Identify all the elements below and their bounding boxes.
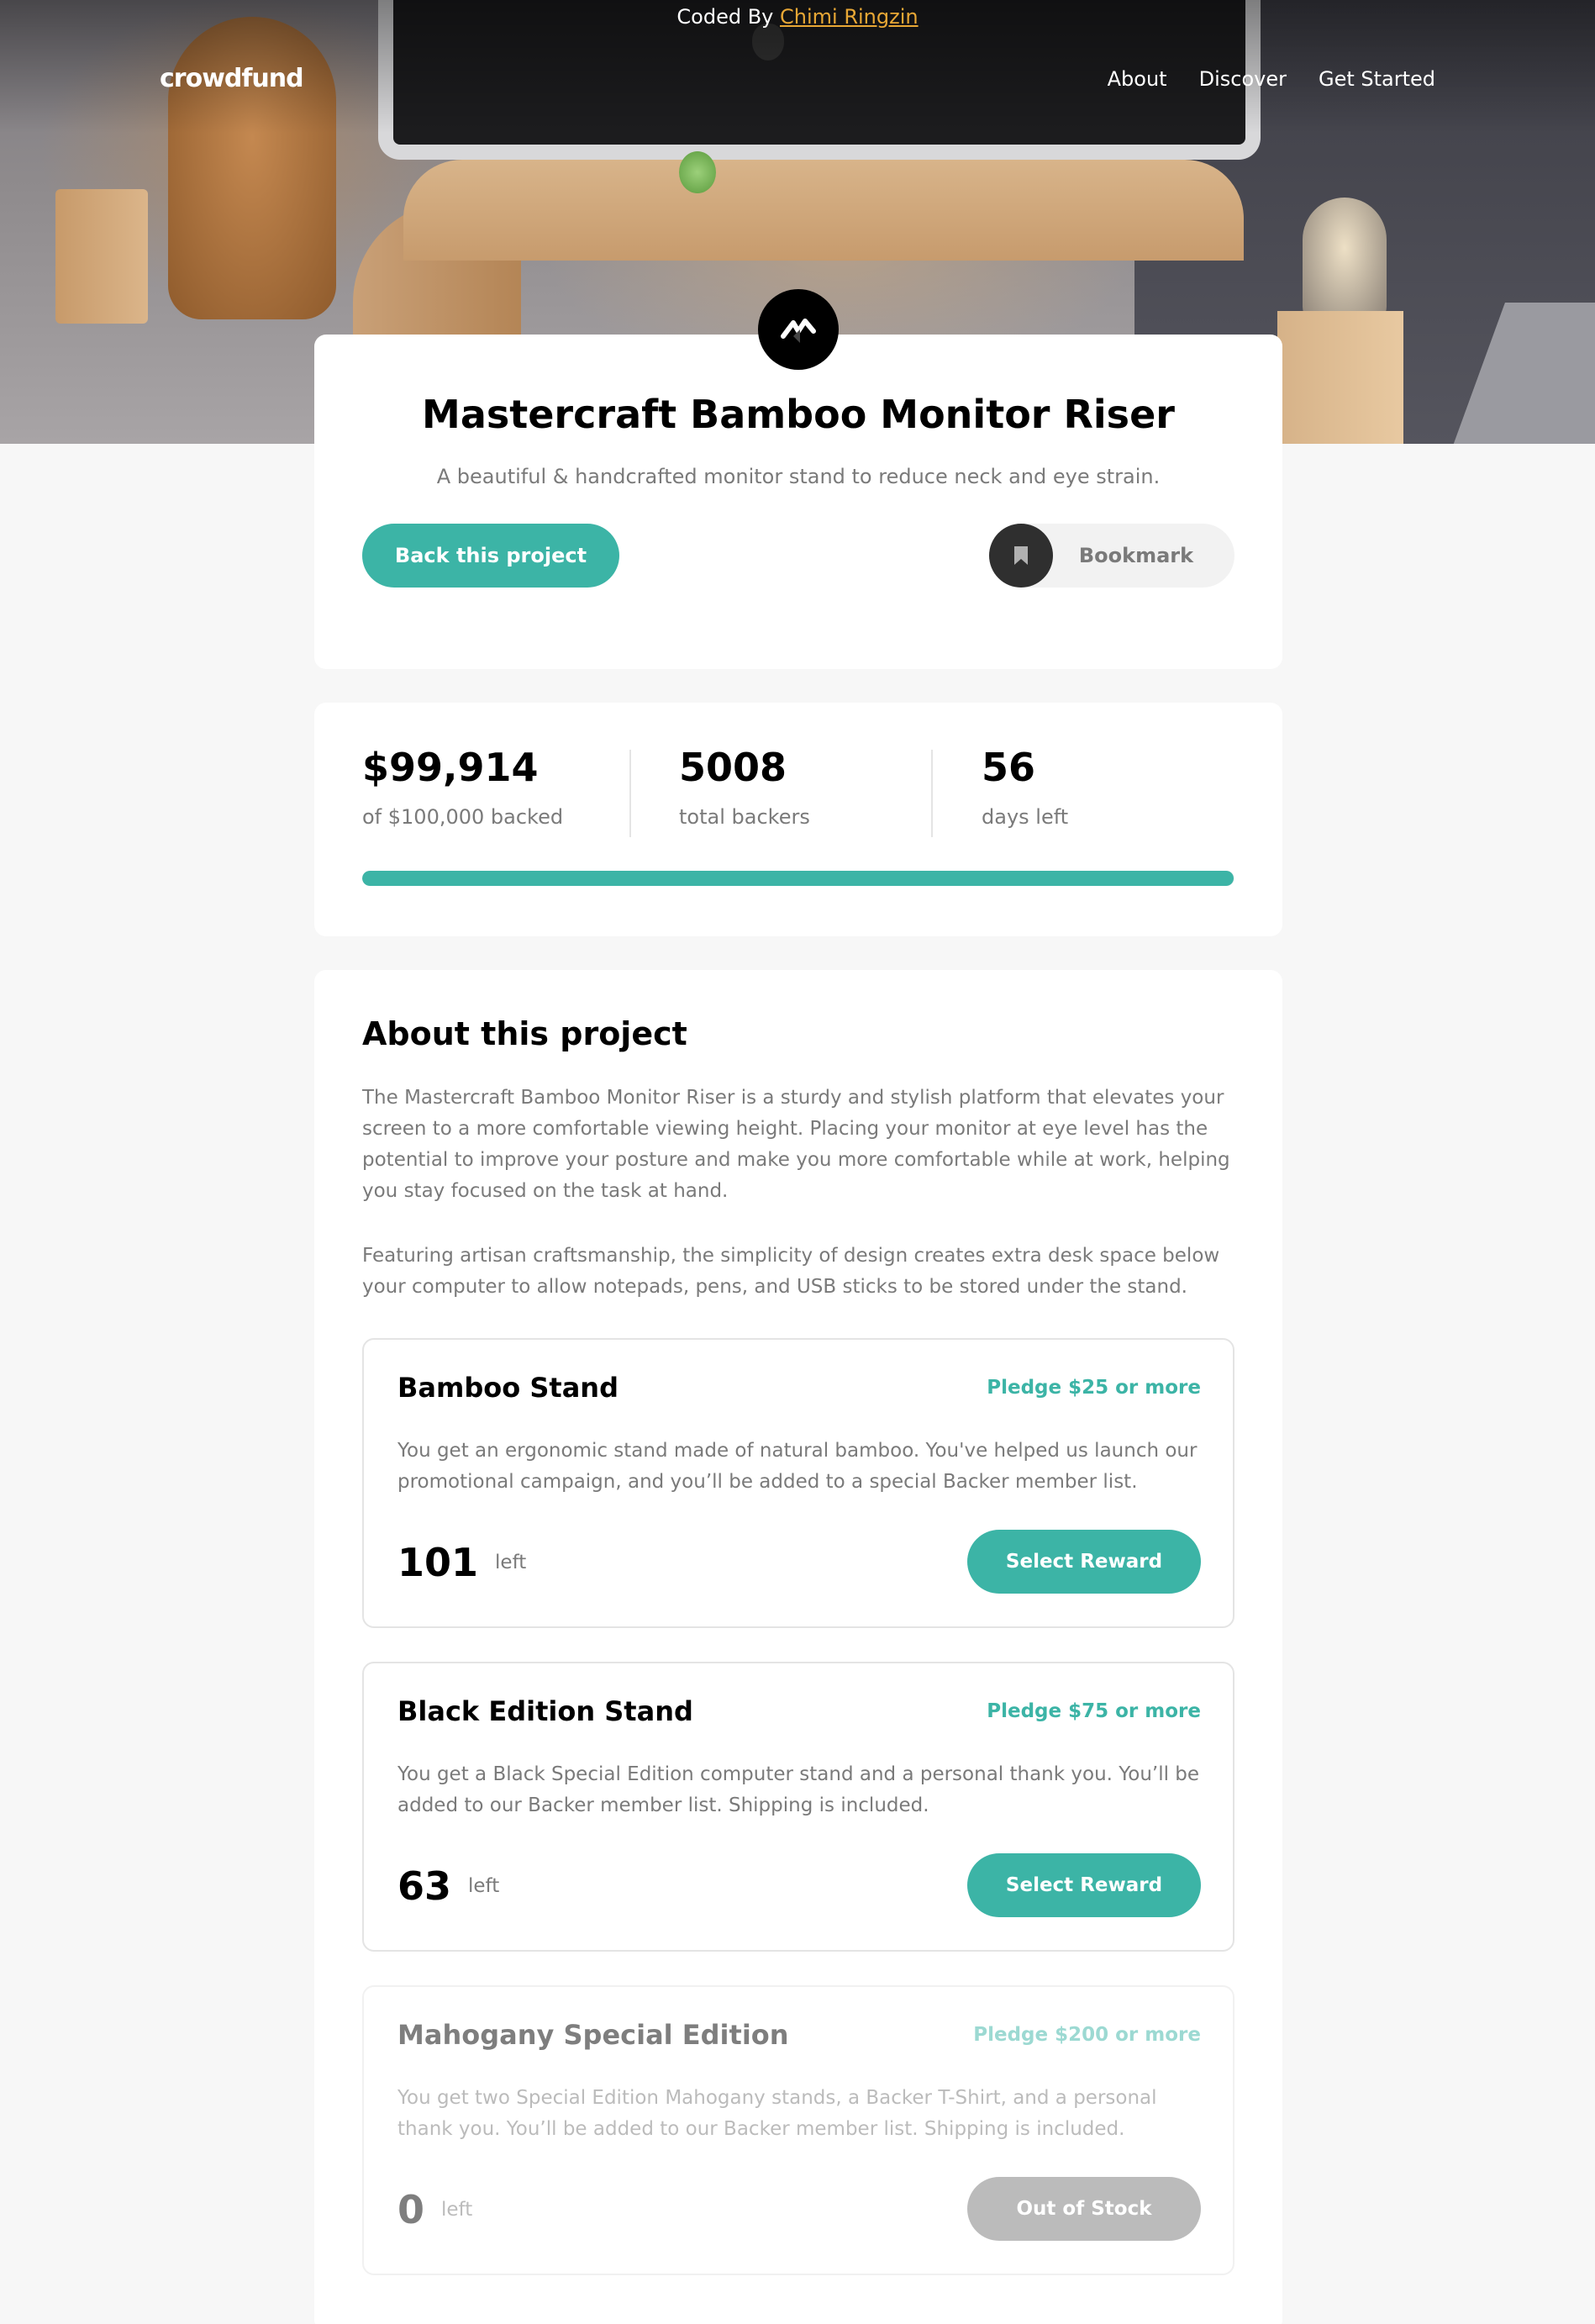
reward-pledge: Pledge $200 or more — [973, 2024, 1201, 2046]
stat-backers-label: total backers — [679, 805, 810, 829]
about-paragraph: The Mastercraft Bamboo Monitor Riser is … — [362, 1087, 1230, 1202]
reward-stock: 101 left — [397, 1540, 526, 1585]
project-title: Mastercraft Bamboo Monitor Riser — [422, 392, 1175, 437]
nav-get-started[interactable]: Get Started — [1319, 67, 1435, 91]
reward-name: Black Edition Stand — [397, 1695, 693, 1727]
reward-card-bamboo-stand: Bamboo Stand Pledge $25 or more You get … — [362, 1338, 1234, 1628]
mastercraft-logo-icon — [758, 289, 839, 370]
stats-card: $99,914 of $100,000 backed 5008 total ba… — [314, 703, 1282, 936]
reward-left-count: 101 — [397, 1540, 479, 1585]
stat-backed: $99,914 of $100,000 backed — [362, 745, 563, 829]
reward-description: You get an ergonomic stand made of natur… — [397, 1440, 1198, 1493]
stat-backed-amount: $99,914 — [362, 745, 539, 790]
main-nav: About Discover Get Started — [1108, 67, 1435, 91]
nav-discover[interactable]: Discover — [1199, 67, 1287, 91]
attribution-author-link[interactable]: Chimi Ringzin — [780, 5, 919, 29]
reward-card-black-edition: Black Edition Stand Pledge $75 or more Y… — [362, 1662, 1234, 1952]
reward-left-label: left — [468, 1875, 500, 1897]
reward-left-label: left — [441, 2199, 473, 2221]
stat-days-count: 56 — [982, 745, 1036, 790]
reward-stock: 0 left — [397, 2187, 472, 2232]
funding-progress-bar — [362, 871, 1234, 886]
about-card: About this project The Mastercraft Bambo… — [314, 970, 1282, 2324]
stat-days: 56 days left — [982, 745, 1068, 829]
nav-about[interactable]: About — [1108, 67, 1167, 91]
reward-name: Mahogany Special Edition — [397, 2019, 789, 2051]
attribution: Coded By Chimi Ringzin — [0, 5, 1595, 29]
reward-description: You get a Black Special Edition computer… — [397, 1763, 1200, 1816]
project-card: Mastercraft Bamboo Monitor Riser A beaut… — [314, 335, 1282, 669]
about-paragraph: Featuring artisan craftsmanship, the sim… — [362, 1245, 1220, 1298]
stat-backers-count: 5008 — [679, 745, 787, 790]
attribution-prefix: Coded By — [676, 5, 774, 29]
out-of-stock-button: Out of Stock — [967, 2177, 1201, 2241]
reward-pledge: Pledge $25 or more — [987, 1377, 1201, 1399]
reward-left-label: left — [495, 1552, 527, 1573]
funding-progress-fill — [362, 871, 1234, 886]
about-heading: About this project — [362, 1015, 687, 1052]
reward-pledge: Pledge $75 or more — [987, 1700, 1201, 1722]
reward-left-count: 63 — [397, 1863, 452, 1909]
bookmark-button[interactable]: Bookmark — [989, 524, 1234, 588]
reward-stock: 63 left — [397, 1863, 499, 1909]
reward-description: You get two Special Edition Mahogany sta… — [397, 2087, 1157, 2140]
project-subtitle: A beautiful & handcrafted monitor stand … — [436, 465, 1161, 488]
stat-backers: 5008 total backers — [679, 745, 810, 829]
stat-backed-label: of $100,000 backed — [362, 805, 564, 829]
select-reward-button[interactable]: Select Reward — [967, 1853, 1201, 1917]
reward-card-mahogany-edition: Mahogany Special Edition Pledge $200 or … — [362, 1985, 1234, 2275]
bookmark-icon — [989, 524, 1053, 588]
stat-divider — [629, 750, 631, 837]
stat-divider — [931, 750, 933, 837]
reward-left-count: 0 — [397, 2187, 425, 2232]
site-logo[interactable]: crowdfund — [160, 64, 304, 93]
bookmark-label: Bookmark — [1078, 544, 1194, 567]
reward-name: Bamboo Stand — [397, 1372, 619, 1404]
stat-days-label: days left — [982, 805, 1069, 829]
select-reward-button[interactable]: Select Reward — [967, 1530, 1201, 1594]
back-project-button[interactable]: Back this project — [362, 524, 619, 588]
